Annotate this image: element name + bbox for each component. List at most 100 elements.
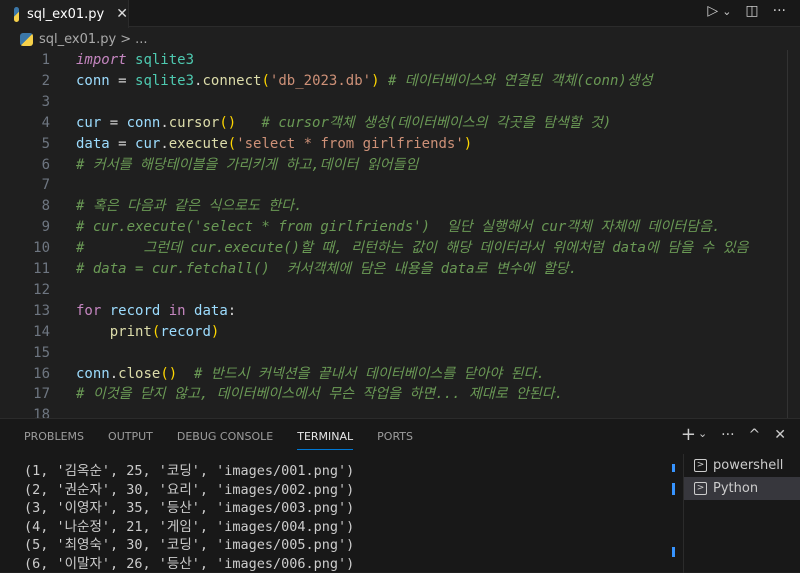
- line-number: 9: [0, 217, 50, 238]
- code-token-var: conn: [127, 115, 161, 131]
- code-line[interactable]: conn = sqlite3.connect('db_2023.db') # 데…: [76, 71, 653, 92]
- panel-tabs: PROBLEMS OUTPUT DEBUG CONSOLE TERMINAL PORTS: [24, 430, 413, 450]
- code-token-var: record: [110, 303, 161, 319]
- code-line[interactable]: # 커서를 해당테이블을 가리키게 하고,데이터 읽어들임: [76, 155, 418, 176]
- terminal-list: >powershell>Python: [683, 454, 800, 573]
- terminal-line: (3, '이영자', 35, '등산', 'images/003.png'): [24, 499, 354, 518]
- code-token-kw: for: [76, 303, 101, 319]
- code-token-cm: # 혹은 다음과 같은 식으로도 한다.: [76, 198, 302, 214]
- code-token-par: (: [261, 73, 269, 89]
- code-token-var: data: [194, 303, 228, 319]
- code-token-op: =: [110, 73, 135, 89]
- code-token-cm: # 데이터베이스와 연결된 객체(conn)생성: [388, 73, 653, 89]
- tab-ports[interactable]: PORTS: [377, 430, 413, 450]
- breadcrumb-symbols[interactable]: ...: [135, 32, 147, 47]
- new-terminal-icon[interactable]: +: [681, 427, 696, 443]
- tab-sql-ex01[interactable]: sql_ex01.py ✕: [0, 0, 129, 28]
- code-token-op: [236, 115, 261, 131]
- terminal-line: (4, '나순정', 21, '게임', 'images/004.png'): [24, 518, 354, 537]
- line-number: 11: [0, 259, 50, 280]
- maximize-panel-icon[interactable]: ^: [749, 427, 761, 443]
- panel-actions: + ⌄ ··· ^ ✕: [681, 427, 786, 443]
- breadcrumb-separator: >: [120, 32, 131, 47]
- code-token-op: .: [110, 366, 118, 382]
- code-token-cm: # cursor객체 생성(데이터베이스의 각곳을 탐색할 것): [261, 115, 611, 131]
- tab-terminal[interactable]: TERMINAL: [297, 430, 353, 450]
- code-line[interactable]: # cur.execute('select * from girlfriends…: [76, 217, 720, 238]
- line-number: 13: [0, 301, 50, 322]
- line-number: 5: [0, 134, 50, 155]
- line-number: 6: [0, 155, 50, 176]
- code-token-cm: # data = cur.fetchall() 커서객체에 담은 내용을 dat…: [76, 261, 577, 277]
- terminal-output[interactable]: (1, '김옥순', 25, '코딩', 'images/001.png')(2…: [24, 462, 354, 573]
- code-token-kw: in: [169, 303, 186, 319]
- code-token-par: ): [464, 136, 472, 152]
- close-panel-icon[interactable]: ✕: [774, 427, 786, 443]
- editor-scrollbar[interactable]: [787, 50, 788, 418]
- code-token-fn: connect: [202, 73, 261, 89]
- code-token-op: [177, 366, 194, 382]
- code-token-kw: import: [76, 52, 127, 68]
- code-line[interactable]: conn.close() # 반드시 커넥션을 끝내서 데이터베이스를 닫아야 …: [76, 364, 545, 385]
- code-token-op: [127, 52, 135, 68]
- code-token-fn: print: [110, 324, 152, 340]
- breadcrumb-file[interactable]: sql_ex01.py: [39, 32, 116, 47]
- code-token-cm: # 반드시 커넥션을 끝내서 데이터베이스를 닫아야 된다.: [194, 366, 545, 382]
- code-line[interactable]: data = cur.execute('select * from girlfr…: [76, 134, 472, 155]
- code-line[interactable]: # 그런데 cur.execute()할 때, 리턴하는 값이 해당 데이터라서…: [76, 238, 749, 259]
- run-menu-chevron-icon[interactable]: ⌄: [722, 5, 731, 18]
- tab-output[interactable]: OUTPUT: [108, 430, 153, 450]
- code-token-op: [76, 324, 110, 340]
- code-token-op: =: [101, 115, 126, 131]
- code-token-op: [380, 73, 388, 89]
- tab-problems[interactable]: PROBLEMS: [24, 430, 84, 450]
- terminal-menu-chevron-icon[interactable]: ⌄: [698, 427, 707, 443]
- line-number: 2: [0, 71, 50, 92]
- terminal-scroll-marker: [672, 464, 675, 472]
- line-number: 7: [0, 175, 50, 196]
- line-number: 1: [0, 50, 50, 71]
- code-token-op: .: [160, 115, 168, 131]
- code-token-cm: # cur.execute('select * from girlfriends…: [76, 219, 720, 235]
- code-token-var: conn: [76, 73, 110, 89]
- more-actions-icon[interactable]: ···: [773, 3, 786, 19]
- line-number: 4: [0, 113, 50, 134]
- code-token-op: :: [228, 303, 236, 319]
- code-token-cm: # 커서를 해당테이블을 가리키게 하고,데이터 읽어들임: [76, 157, 418, 173]
- code-line[interactable]: import sqlite3: [76, 50, 194, 71]
- code-line[interactable]: # data = cur.fetchall() 커서객체에 담은 내용을 dat…: [76, 259, 577, 280]
- tab-label: sql_ex01.py: [27, 7, 104, 22]
- code-token-op: [186, 303, 194, 319]
- code-token-fn: close: [118, 366, 160, 382]
- code-token-fn: execute: [169, 136, 228, 152]
- code-token-var: record: [160, 324, 211, 340]
- code-line[interactable]: # 혹은 다음과 같은 식으로도 한다.: [76, 196, 302, 217]
- terminal-item-powershell[interactable]: >powershell: [684, 454, 800, 477]
- more-icon[interactable]: ···: [721, 427, 734, 443]
- terminal-line: (5, '최영숙', 30, '코딩', 'images/005.png'): [24, 536, 354, 555]
- code-line[interactable]: # 이것을 닫지 않고, 데이터베이스에서 무슨 작업을 하면... 제대로 안…: [76, 384, 563, 405]
- code-token-par: (): [160, 366, 177, 382]
- split-editor-icon[interactable]: ◫: [745, 3, 758, 19]
- breadcrumb: sql_ex01.py > ...: [20, 32, 148, 47]
- code-line[interactable]: print(record): [76, 322, 219, 343]
- code-token-var: conn: [76, 366, 110, 382]
- code-token-par: ): [211, 324, 219, 340]
- line-number: 18: [0, 405, 50, 418]
- code-token-var: cur: [135, 136, 160, 152]
- line-number: 17: [0, 384, 50, 405]
- run-icon[interactable]: ▷: [707, 3, 718, 19]
- terminal-item-python[interactable]: >Python: [684, 477, 800, 500]
- tab-debug-console[interactable]: DEBUG CONSOLE: [177, 430, 273, 450]
- editor-actions: ▷ ⌄ ◫ ···: [707, 3, 786, 19]
- close-tab-icon[interactable]: ✕: [116, 6, 128, 22]
- code-line[interactable]: for record in data:: [76, 301, 236, 322]
- code-editor[interactable]: 1import sqlite32conn = sqlite3.connect('…: [0, 50, 800, 418]
- code-token-str: 'db_2023.db': [270, 73, 371, 89]
- terminal-scroll-marker: [672, 547, 675, 557]
- code-token-mod: sqlite3: [135, 52, 194, 68]
- bottom-panel: PROBLEMS OUTPUT DEBUG CONSOLE TERMINAL PORTS…: [0, 418, 800, 572]
- terminal-icon: >: [694, 459, 707, 472]
- code-line[interactable]: cur = conn.cursor() # cursor객체 생성(데이터베이스…: [76, 113, 611, 134]
- code-token-op: =: [110, 136, 135, 152]
